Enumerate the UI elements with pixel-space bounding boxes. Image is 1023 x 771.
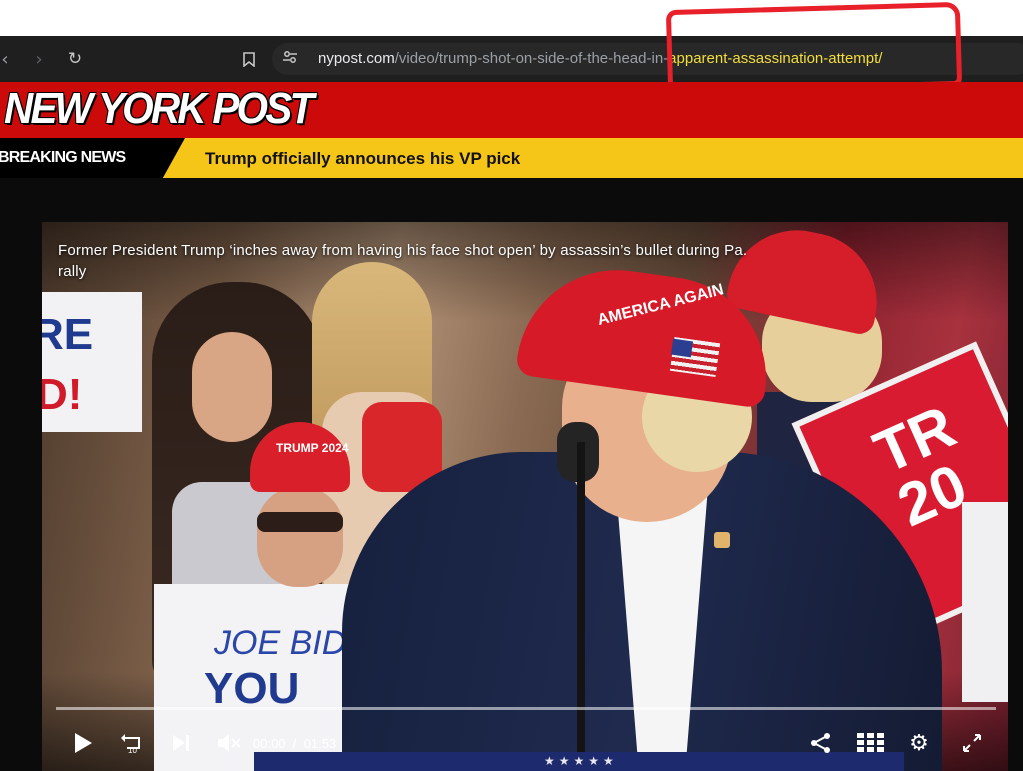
bookmark-button[interactable] <box>236 46 262 72</box>
site-masthead: NEW YORK POST <box>0 82 1023 138</box>
site-info-button[interactable] <box>282 49 298 69</box>
settings-button[interactable]: ⚙ <box>906 730 932 756</box>
skip-next-icon <box>173 735 189 751</box>
forward-button[interactable]: › <box>26 46 52 72</box>
crowd-person-face <box>192 332 272 442</box>
url-text[interactable]: nypost.com/video/trump-shot-on-side-of-t… <box>318 50 882 67</box>
breaking-news-bar: BREAKING NEWS Trump officially announces… <box>0 138 1023 178</box>
sign-bottom-text-a: JOE BID <box>214 624 347 662</box>
next-button[interactable] <box>170 730 192 756</box>
speaker-cap-text: AMERICA AGAIN <box>595 281 726 330</box>
rally-sign-left: RE D! <box>42 292 142 432</box>
flag-patch-canton <box>670 338 694 358</box>
play-button[interactable] <box>70 730 96 756</box>
address-bar[interactable]: nypost.com/video/trump-shot-on-side-of-t… <box>272 43 1023 75</box>
volume-muted-icon <box>218 734 241 752</box>
chevron-left-icon: ‹ <box>1 48 9 70</box>
rewind-seconds-label: 10 <box>128 746 137 755</box>
share-icon <box>811 733 830 753</box>
rally-sign-far-right <box>962 502 1008 702</box>
share-button[interactable] <box>808 730 834 756</box>
cap-girl-text: TRUMP 2024 <box>276 441 349 455</box>
playlist-grid-button[interactable] <box>856 730 886 756</box>
mute-button[interactable] <box>216 730 242 756</box>
time-display: 00:00 / 01:53 <box>253 736 336 751</box>
video-player[interactable]: RE D! TR 20 JOE BID YOU TRUMP 2024 AMERI… <box>42 222 1008 771</box>
url-path: /video/trump-shot-on-side-of-the-hea <box>394 50 639 67</box>
fullscreen-button[interactable] <box>960 730 984 756</box>
site-logo[interactable]: NEW YORK POST <box>4 84 314 134</box>
reload-icon: ↻ <box>67 49 83 69</box>
play-icon <box>75 733 92 753</box>
bookmark-icon <box>243 51 255 67</box>
video-progress-bar[interactable] <box>56 707 996 710</box>
time-separator: / <box>292 736 297 751</box>
browser-toolbar: ‹ › ↻ nypost.com/video/trump-shot-on-sid… <box>0 36 1023 82</box>
breaking-news-headline[interactable]: Trump officially announces his VP pick <box>205 149 520 169</box>
reload-button[interactable]: ↻ <box>62 46 88 72</box>
tune-icon <box>283 51 297 63</box>
crowd-girl-sunglasses <box>257 512 343 532</box>
back-button[interactable]: ‹ <box>0 46 18 72</box>
url-domain: nypost.com <box>318 50 395 67</box>
sign-left-text-b: D! <box>42 370 83 419</box>
current-time: 00:00 <box>253 736 286 751</box>
chevron-right-icon: › <box>35 48 43 70</box>
grid-icon <box>857 733 884 752</box>
crowd-girl-face <box>257 487 343 587</box>
video-title-caption: Former President Trump ‘inches away from… <box>58 242 748 280</box>
duration: 01:53 <box>303 736 337 751</box>
url-path-mid: d-in- <box>638 50 669 67</box>
breaking-news-tag: BREAKING NEWS <box>0 138 185 178</box>
gear-icon: ⚙ <box>909 730 929 756</box>
lapel-flag-pin <box>714 532 730 548</box>
sign-left-text-a: RE <box>42 310 94 359</box>
video-controls: 10 00:00 / 01:53 ⚙ <box>42 722 1008 762</box>
expand-icon <box>963 734 981 752</box>
url-path-highlight: apparent-assassination-attempt/ <box>668 50 883 67</box>
breaking-news-label: BREAKING NEWS <box>0 149 126 166</box>
